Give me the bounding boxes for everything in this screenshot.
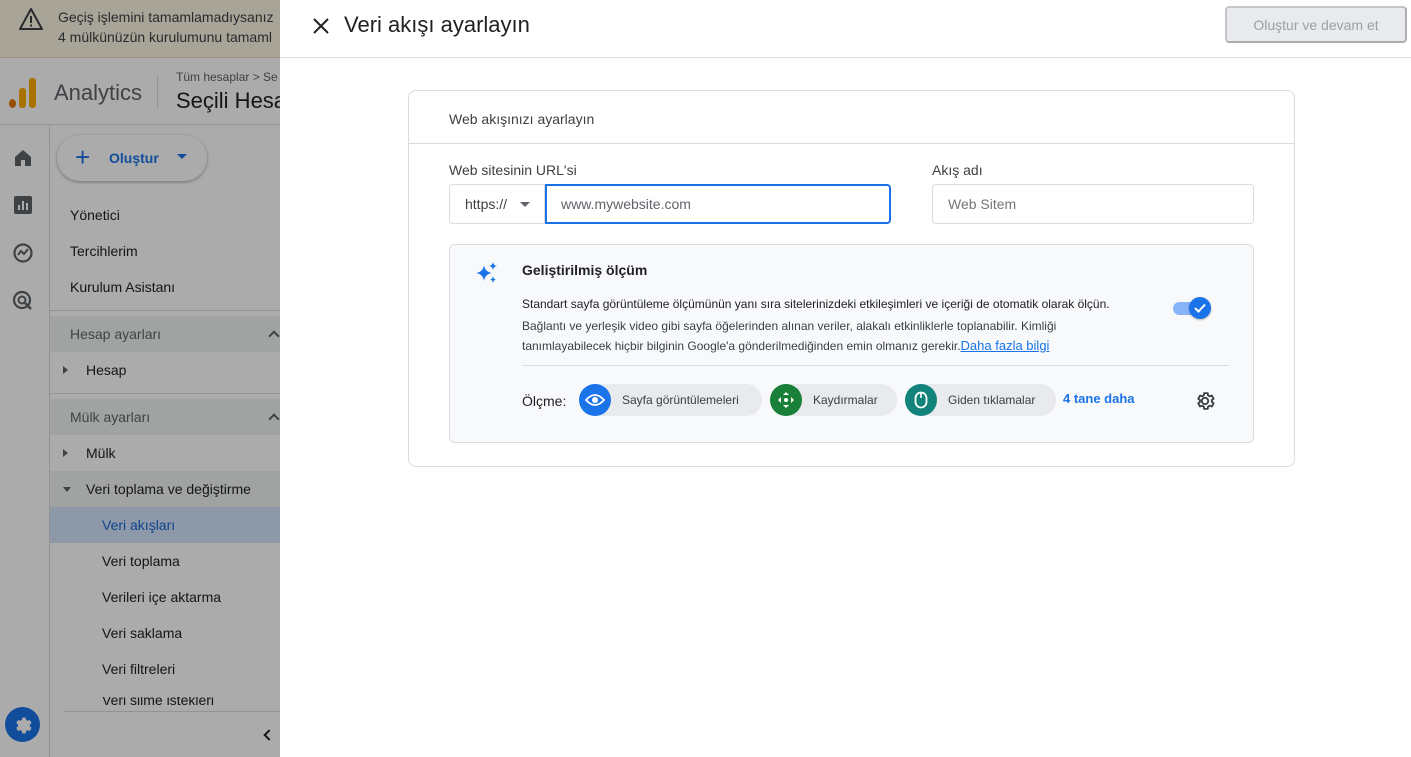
chip-label: Giden tıklamalar [948, 393, 1036, 407]
enhanced-measurement-description: Standart sayfa görüntüleme ölçümünün yan… [522, 297, 1110, 311]
measuring-label: Ölçme: [522, 393, 567, 409]
chevron-down-icon [520, 202, 530, 207]
chip-outbound-clicks: Giden tıklamalar [905, 384, 1056, 416]
toggle-knob [1189, 297, 1211, 319]
learn-more-link[interactable]: Daha fazla bilgi [961, 338, 1050, 353]
protocol-value: https:// [465, 196, 508, 212]
url-label: Web sitesinin URL'si [449, 162, 577, 178]
web-stream-card: Web akışınızı ayarlayın Web sitesinin UR… [408, 90, 1295, 467]
mouse-icon [905, 384, 937, 416]
enhanced-measurement-toggle[interactable] [1173, 297, 1211, 319]
enhanced-measurement-panel: Geliştirilmiş ölçüm Standart sayfa görün… [449, 244, 1254, 443]
chip-label: Kaydırmalar [813, 393, 878, 407]
check-icon [1194, 303, 1206, 313]
enhanced-measurement-details: Bağlantı ve yerleşik video gibi sayfa öğ… [522, 316, 1122, 356]
create-and-continue-button[interactable]: Oluştur ve devam et [1225, 6, 1407, 43]
enhanced-measurement-title: Geliştirilmiş ölçüm [522, 262, 648, 278]
close-button[interactable] [308, 13, 334, 39]
stream-name-label: Akış adı [932, 162, 983, 178]
card-divider [409, 143, 1294, 144]
close-icon [313, 18, 329, 34]
scroll-arrows-icon [770, 384, 802, 416]
chip-label: Sayfa görüntülemeleri [622, 393, 739, 407]
chip-scrolls: Kaydırmalar [770, 384, 897, 416]
chip-page-views: Sayfa görüntülemeleri [579, 384, 762, 416]
eye-icon [579, 384, 611, 416]
stream-name-input[interactable] [932, 184, 1254, 224]
more-events-link[interactable]: 4 tane daha [1063, 391, 1135, 406]
setup-data-stream-dialog: Veri akışı ayarlayın Oluştur ve devam et… [280, 0, 1411, 757]
modal-scrim[interactable] [0, 0, 280, 757]
gear-icon[interactable] [1194, 390, 1216, 412]
protocol-select[interactable]: https:// [449, 184, 545, 224]
dialog-title: Veri akışı ayarlayın [344, 12, 530, 37]
sparkle-icon [476, 262, 497, 283]
dialog-header: Veri akışı ayarlayın Oluştur ve devam et [280, 0, 1411, 58]
website-url-input[interactable] [545, 184, 891, 224]
panel-divider [522, 365, 1229, 366]
card-title: Web akışınızı ayarlayın [449, 111, 595, 127]
